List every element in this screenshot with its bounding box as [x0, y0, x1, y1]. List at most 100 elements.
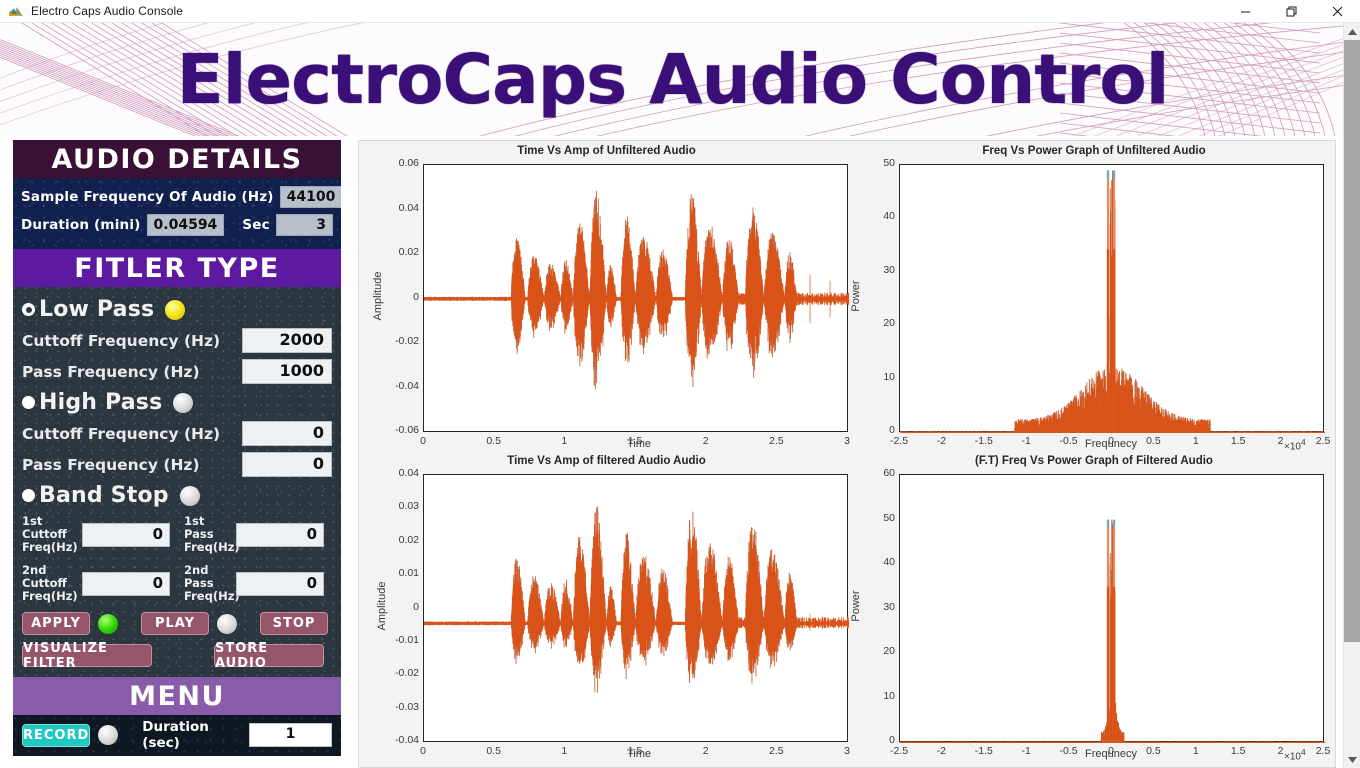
x-tick-label: 0 [420, 745, 426, 757]
x-tick-label: 0 [1108, 745, 1114, 757]
low-pass-lamp-icon [165, 299, 186, 320]
bs-1st-pass-cell: 1st Pass Freq(Hz) 0 [184, 515, 324, 554]
chart-title: Time Vs Amp of Unfiltered Audio [517, 145, 696, 157]
y-tick-label: 30 [883, 263, 895, 276]
menu-body: RECORD Duration (sec) 1 [13, 715, 341, 756]
duration-value[interactable]: 0.04594 [146, 213, 225, 236]
chart-time-filtered: Time Vs Amp of filtered Audio Audio Ampl… [359, 455, 854, 765]
high-pass-cutoff-row: Cuttoff Frequency (Hz) 0 [22, 418, 332, 449]
chart-title: Freq Vs Power Graph of Unfiltered Audio [982, 145, 1206, 157]
chart-title: Time Vs Amp of filtered Audio Audio [507, 455, 706, 467]
matlab-icon [8, 3, 24, 19]
scroll-up-icon[interactable] [1344, 23, 1360, 40]
duration-label: Duration (mini) [21, 216, 141, 233]
radio-high-pass[interactable]: High Pass [22, 387, 332, 418]
window-titlebar: Electro Caps Audio Console [0, 0, 1360, 23]
y-tick-label: 0.02 [398, 246, 419, 258]
sample-frequency-value[interactable]: 44100 [279, 185, 341, 208]
band-stop-row-1: 1st Cuttoff Freq(Hz) 0 1st Pass Freq(Hz)… [22, 515, 332, 554]
radio-low-pass[interactable]: Low Pass [22, 294, 332, 325]
y-tick-label: 0.04 [398, 467, 419, 479]
record-duration-label: Duration (sec) [142, 719, 209, 751]
page-title: ElectroCaps Audio Control [176, 39, 1170, 120]
bs-1st-cutoff-label: 1st Cuttoff Freq(Hz) [22, 514, 78, 554]
minimize-icon[interactable] [1222, 0, 1268, 23]
x-tick-label: 2.5 [769, 745, 784, 757]
apply-lamp-icon [98, 613, 118, 634]
radio-band-stop[interactable]: Band Stop [22, 480, 332, 511]
filter-type-header: FITLER TYPE [13, 249, 341, 287]
record-button[interactable]: RECORD [22, 723, 91, 747]
close-icon[interactable] [1314, 0, 1360, 23]
x-tick-label: 0.5 [486, 435, 501, 447]
vertical-scrollbar[interactable] [1343, 23, 1360, 768]
y-tick-label: 0.04 [398, 201, 419, 214]
sample-frequency-row: Sample Frequency Of Audio (Hz) 44100 [21, 184, 341, 209]
play-lamp-icon [217, 613, 237, 634]
y-tick-label: 20 [883, 317, 895, 330]
y-tick-label: 0.02 [398, 533, 419, 546]
y-tick-label: 0 [413, 290, 419, 303]
bs-1st-cutoff-cell: 1st Cuttoff Freq(Hz) 0 [22, 515, 170, 554]
record-duration-input[interactable]: 1 [249, 723, 332, 747]
y-tick-label: 50 [883, 511, 895, 524]
stop-button[interactable]: STOP [260, 612, 328, 635]
x-tick-label: 1 [1192, 435, 1199, 447]
charts-panel: Time Vs Amp of Unfiltered Audio Amplitud… [358, 140, 1336, 768]
radio-high-pass-dot[interactable] [22, 396, 35, 409]
y-tick-label: 30 [883, 600, 895, 613]
radio-low-pass-label: Low Pass [39, 297, 155, 322]
high-pass-lamp-icon [173, 392, 194, 413]
visualize-filter-button[interactable]: VISUALIZE FILTER [22, 641, 152, 671]
low-pass-cutoff-row: Cuttoff Frequency (Hz) 2000 [22, 325, 332, 356]
scroll-down-icon[interactable] [1344, 751, 1360, 768]
high-pass-cutoff-label: Cuttoff Frequency (Hz) [22, 424, 221, 443]
x-tick-label: 0.5 [486, 745, 501, 757]
high-pass-pass-input[interactable]: 0 [242, 452, 332, 477]
restore-icon[interactable] [1268, 0, 1314, 23]
x-tick-label: -1.5 [974, 435, 993, 447]
low-pass-cutoff-input[interactable]: 2000 [242, 328, 332, 353]
window-title: Electro Caps Audio Console [31, 4, 184, 18]
chart-time-unfiltered: Time Vs Amp of Unfiltered Audio Amplitud… [359, 145, 854, 455]
bs-1st-pass-label: 1st Pass Freq(Hz) [184, 514, 240, 554]
bs-1st-pass-input[interactable]: 0 [236, 522, 324, 547]
action-button-row: VISUALIZE FILTER STORE AUDIO [22, 641, 332, 671]
store-audio-button[interactable]: STORE AUDIO [214, 641, 324, 671]
x-tick-label: -0.5 [1059, 745, 1078, 757]
apply-button[interactable]: APPLY [22, 612, 90, 635]
x-tick-label: 2 [1277, 745, 1284, 757]
x-tick-label: 1.5 [1230, 745, 1246, 757]
y-tick-label: -0.02 [395, 335, 419, 347]
menu-header: MENU [13, 677, 341, 715]
band-stop-row-2: 2nd Cuttoff Freq(Hz) 0 2nd Pass Freq(Hz)… [22, 564, 332, 603]
y-tick-label: 10 [883, 370, 895, 383]
x-tick-label: -2 [936, 745, 947, 757]
bs-2nd-cutoff-input[interactable]: 0 [82, 571, 170, 596]
x-tick-label: -2.5 [889, 435, 909, 447]
filter-type-body: Low Pass Cuttoff Frequency (Hz) 2000 Pas… [13, 287, 341, 677]
x-tick-label: 2 [1277, 435, 1284, 447]
spectrum-plot [899, 170, 1326, 433]
y-tick-label: 0.01 [398, 567, 419, 580]
sec-value[interactable]: 3 [275, 213, 333, 236]
bs-2nd-pass-input[interactable]: 0 [236, 571, 324, 596]
x-tick-label: 2 [702, 435, 709, 447]
high-pass-cutoff-input[interactable]: 0 [242, 421, 332, 446]
x-tick-label: 1.5 [1230, 435, 1246, 447]
x-tick-label: 1.5 [627, 435, 643, 447]
scrollbar-thumb[interactable] [1344, 40, 1360, 642]
waveform-plot [423, 190, 850, 390]
low-pass-cutoff-label: Cuttoff Frequency (Hz) [22, 331, 221, 350]
x-tick-label: 2 [702, 745, 709, 757]
low-pass-pass-input[interactable]: 1000 [242, 359, 332, 384]
chart-freq-filtered: (F.T) Freq Vs Power Graph of Filtered Au… [850, 455, 1337, 765]
duration-row: Duration (mini) 0.04594 Sec 3 [21, 212, 333, 237]
bs-2nd-pass-cell: 2nd Pass Freq(Hz) 0 [184, 564, 324, 603]
play-button[interactable]: PLAY [141, 612, 209, 635]
x-tick-label: 2.5 [1315, 435, 1331, 447]
radio-band-stop-dot[interactable] [22, 489, 35, 502]
spectrum-plot [899, 519, 1326, 743]
bs-1st-cutoff-input[interactable]: 0 [82, 522, 170, 547]
radio-low-pass-dot[interactable] [22, 303, 35, 316]
